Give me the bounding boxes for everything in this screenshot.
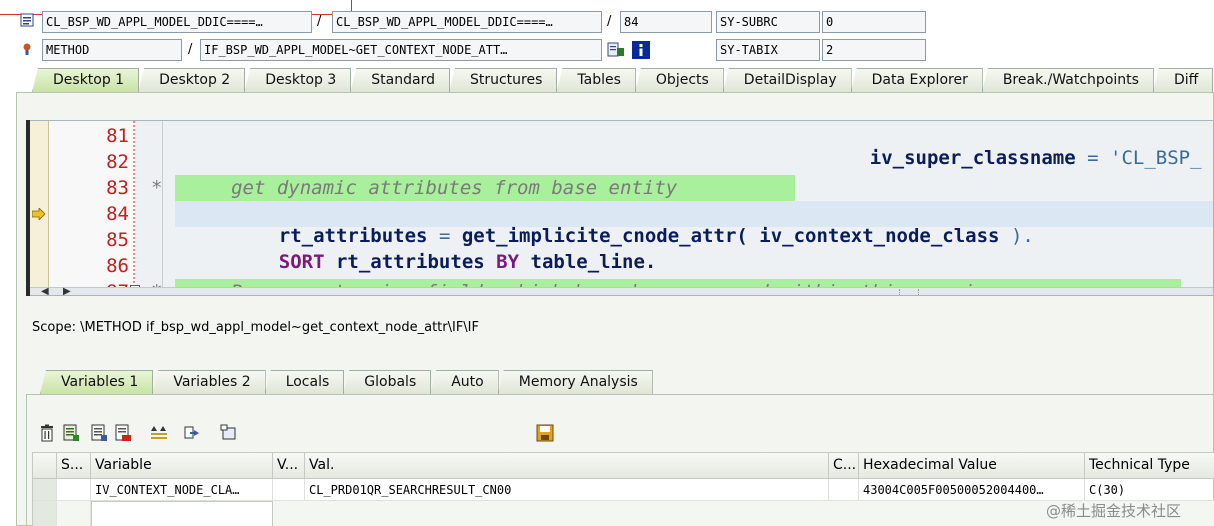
tab-variables-2[interactable]: Locals bbox=[264, 370, 345, 394]
desktop-tab-strip: Desktop 1 Desktop 2 Desktop 3 Standard Struc… bbox=[32, 68, 1214, 92]
event-type-field[interactable]: METHOD bbox=[42, 39, 182, 61]
tab-variables-4[interactable]: Auto bbox=[430, 370, 499, 394]
variable-cell[interactable]: IV_CONTEXT_NODE_CLA… bbox=[91, 479, 273, 501]
code-token: 'CL_BSP_ bbox=[1110, 147, 1202, 169]
separator-slash: / bbox=[188, 42, 193, 57]
status-cell bbox=[57, 479, 91, 501]
tab-variables-0[interactable]: Variables 1 bbox=[40, 370, 154, 394]
column-header-variable[interactable]: Variable bbox=[91, 453, 273, 479]
include-field[interactable]: CL_BSP_WD_APPL_MODEL_DDIC====… bbox=[332, 11, 602, 33]
sysfield-value-1[interactable]: 0 bbox=[822, 11, 926, 33]
tab-desktop-1[interactable]: Desktop 2 bbox=[138, 68, 246, 92]
code-token: iv_super_classname bbox=[869, 147, 1076, 169]
tab-variables-3[interactable]: Globals bbox=[343, 370, 432, 394]
hex-cell: 43004C005F00500052004400… bbox=[859, 479, 1085, 501]
line-field[interactable]: 84 bbox=[620, 11, 712, 33]
column-header-value[interactable]: Val. bbox=[305, 453, 829, 479]
separator-slash: / bbox=[607, 14, 612, 29]
tab-desktop-2[interactable]: Desktop 3 bbox=[244, 68, 352, 92]
horizontal-scrollbar[interactable] bbox=[27, 287, 1213, 295]
sysfield-name-2[interactable]: SY-TABIX bbox=[716, 39, 820, 61]
current-line-arrow-icon bbox=[32, 208, 46, 220]
tab-desktop-0[interactable]: Desktop 1 bbox=[32, 68, 140, 92]
list-red-icon[interactable] bbox=[114, 424, 132, 442]
navigate-source-icon[interactable] bbox=[607, 42, 625, 58]
line-number: 83 bbox=[106, 177, 129, 199]
transfer-icon[interactable] bbox=[184, 424, 202, 442]
fold-column bbox=[135, 121, 163, 295]
sysfield-value-2[interactable]: 2 bbox=[822, 39, 926, 61]
column-header-c[interactable]: C... bbox=[829, 453, 859, 479]
code-token: rt_attributes bbox=[335, 251, 485, 273]
line-number: 82 bbox=[106, 151, 129, 173]
tab-desktop-4[interactable]: Structures bbox=[448, 68, 558, 92]
delete-icon[interactable] bbox=[38, 424, 56, 442]
row-selector[interactable] bbox=[33, 501, 57, 526]
tab-desktop-6[interactable]: Objects bbox=[634, 68, 724, 92]
tab-desktop-7[interactable]: DetailDisplay bbox=[722, 68, 852, 92]
c-cell bbox=[829, 479, 859, 501]
tab-variables-5[interactable]: Memory Analysis bbox=[497, 370, 653, 394]
line-number-column: 81828384858687 bbox=[49, 121, 135, 295]
row-selector-header bbox=[33, 453, 57, 479]
separator-slash: / bbox=[317, 14, 322, 29]
detail-icon[interactable] bbox=[62, 424, 80, 442]
tab-desktop-9[interactable]: Break./Watchpoints bbox=[981, 68, 1154, 92]
scope-label: Scope: \METHOD if_bsp_wd_appl_model~get_… bbox=[32, 320, 479, 335]
line-number: 84 bbox=[106, 203, 129, 225]
sysfield-name-1[interactable]: SY-SUBRC bbox=[716, 11, 820, 33]
empty-variable-cell[interactable] bbox=[91, 501, 273, 526]
v-cell bbox=[273, 479, 305, 501]
code-keyword: SORT bbox=[278, 251, 325, 273]
code-keyword: BY bbox=[496, 251, 520, 273]
column-header-v[interactable]: V... bbox=[273, 453, 305, 479]
code-line-81: iv_super_classname = 'CL_BSP_ bbox=[824, 125, 1202, 191]
code-token: table_line. bbox=[530, 251, 657, 273]
line-number: 86 bbox=[106, 255, 129, 277]
tab-desktop-5[interactable]: Tables bbox=[556, 68, 636, 92]
variables-grid[interactable]: S... Variable V... Val. C... Hexadecimal… bbox=[32, 452, 1214, 526]
variables-tab-strip: Variables 1 Variables 2 Locals Globals Auto M… bbox=[40, 370, 653, 394]
variable-icon[interactable] bbox=[220, 424, 238, 442]
line-number: 85 bbox=[106, 229, 129, 251]
tab-desktop-3[interactable]: Standard bbox=[350, 68, 450, 92]
code-token: ). bbox=[1010, 225, 1034, 247]
scroll-right-icon[interactable]: ▶ bbox=[63, 286, 71, 295]
list-icon[interactable] bbox=[90, 424, 108, 442]
program-icon bbox=[20, 13, 34, 27]
column-header-type[interactable]: Technical Type bbox=[1085, 453, 1214, 479]
value-cell[interactable]: CL_PRD01QR_SEARCHRESULT_CN00 bbox=[305, 479, 829, 501]
scroll-grip[interactable] bbox=[899, 289, 919, 295]
program-field[interactable]: CL_BSP_WD_APPL_MODEL_DDIC====… bbox=[42, 11, 312, 33]
save-icon[interactable] bbox=[536, 424, 554, 442]
column-header-status[interactable]: S... bbox=[57, 453, 91, 479]
code-editor[interactable]: 81828384858687 iv_super_classname = 'CL_… bbox=[26, 120, 1214, 296]
tab-variables-1[interactable]: Variables 2 bbox=[152, 370, 266, 394]
scroll-left-icon[interactable]: ◀ bbox=[41, 286, 49, 295]
sort-icon[interactable] bbox=[150, 424, 168, 442]
line-number: 81 bbox=[106, 125, 129, 147]
tab-desktop-8[interactable]: Data Explorer bbox=[850, 68, 983, 92]
code-token: iv_context_node_class bbox=[759, 225, 1000, 247]
row-selector[interactable] bbox=[33, 479, 57, 501]
type-cell: C(30) bbox=[1085, 479, 1214, 501]
tab-desktop-10[interactable]: Diff bbox=[1152, 68, 1214, 92]
method-icon bbox=[23, 43, 31, 55]
editor-left-border bbox=[26, 120, 30, 296]
column-header-hex[interactable]: Hexadecimal Value bbox=[859, 453, 1085, 479]
empty-cell bbox=[57, 501, 91, 526]
code-token: = bbox=[1087, 147, 1099, 169]
event-field[interactable]: IF_BSP_WD_APPL_MODEL~GET_CONTEXT_NODE_AT… bbox=[200, 39, 602, 61]
watermark: @稀土掘金技术社区 bbox=[1046, 502, 1182, 520]
info-icon[interactable] bbox=[632, 41, 650, 59]
code-line-83: * get dynamic attributes from base entit… bbox=[151, 177, 678, 199]
